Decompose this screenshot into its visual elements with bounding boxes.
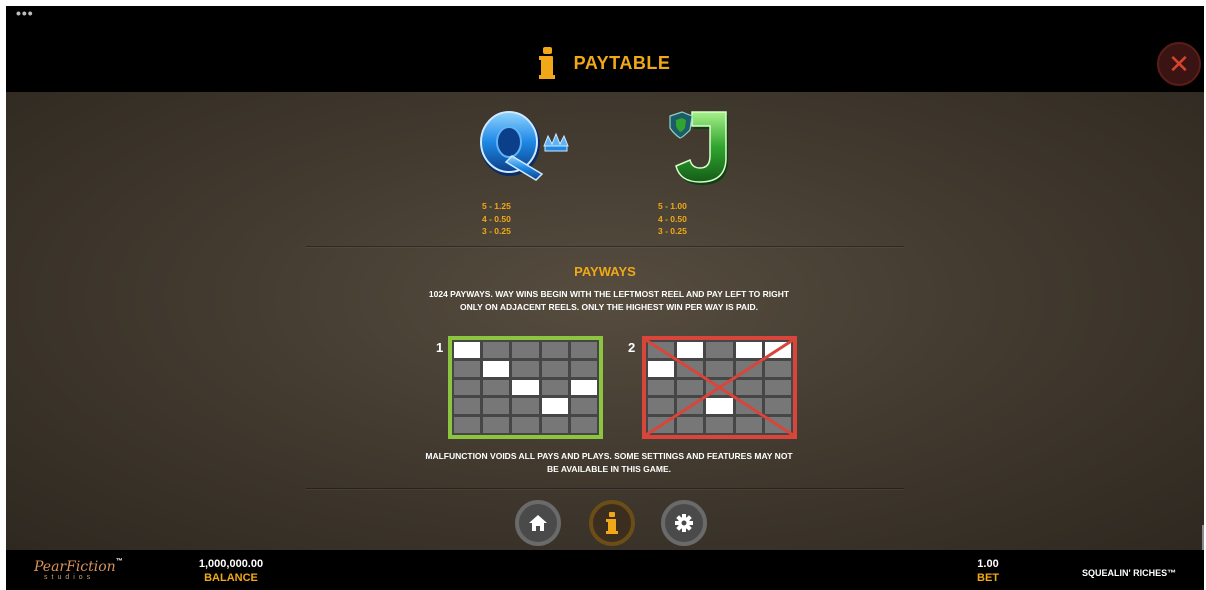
grid-cell xyxy=(454,398,481,415)
queen-letter-icon xyxy=(480,111,569,181)
cross-icon xyxy=(646,340,793,435)
payway-example-2-label: 2 xyxy=(628,340,636,355)
symbol-j-pays: 5 - 1.00 4 - 0.50 3 - 0.25 xyxy=(658,201,687,236)
scrollbar[interactable] xyxy=(1202,525,1204,551)
symbol-j xyxy=(662,102,742,191)
game-name: SQUEALIN' RICHES™ xyxy=(1082,568,1177,578)
grid-cell xyxy=(483,398,510,415)
grid-cell xyxy=(570,417,597,433)
grid-cell xyxy=(541,342,568,358)
gear-icon xyxy=(675,514,693,532)
grid-cell xyxy=(512,360,539,377)
grid-cell xyxy=(570,360,597,377)
grid-cell xyxy=(483,379,510,396)
balance-value: 1,000,000.00 xyxy=(198,558,264,570)
highlighted-cell xyxy=(570,379,597,396)
jack-letter-icon xyxy=(669,111,728,185)
grid-cell xyxy=(454,379,481,396)
grid-cell xyxy=(541,417,568,433)
footer-bar: PearFiction™ studios 1,000,000.00 BALANC… xyxy=(6,550,1204,590)
game-screen: ••• PAYTABLE ✕ 5 - 1.25 4 - 0.50 3 - 0.2… xyxy=(6,6,1204,590)
disclaimer: MALFUNCTION VOIDS ALL PAYS AND PLAYS. SO… xyxy=(425,451,793,474)
payway-example-invalid xyxy=(642,336,797,439)
bet-label: BET xyxy=(977,572,999,584)
grid-cell xyxy=(454,417,481,433)
home-button[interactable] xyxy=(515,500,561,546)
ellipsis-icon[interactable]: ••• xyxy=(16,6,34,20)
payways-description: 1024 PAYWAYS. WAY WINS BEGIN WITH THE LE… xyxy=(428,289,790,312)
symbol-q-pays: 5 - 1.25 4 - 0.50 3 - 0.25 xyxy=(482,201,511,236)
reel-grid xyxy=(452,340,599,435)
grid-cell xyxy=(483,342,510,358)
close-icon: ✕ xyxy=(1168,49,1190,79)
paytable-content: 5 - 1.25 4 - 0.50 3 - 0.25 5 - 1.00 4 - … xyxy=(6,92,1204,551)
grid-cell xyxy=(541,379,568,396)
settings-button[interactable] xyxy=(661,500,707,546)
grid-cell xyxy=(454,360,481,377)
home-icon xyxy=(529,515,547,531)
symbol-q xyxy=(472,104,572,189)
bet-value: 1.00 xyxy=(977,558,999,570)
highlighted-cell xyxy=(483,360,510,377)
info-button[interactable] xyxy=(589,500,635,546)
grid-cell xyxy=(570,342,597,358)
header-bar: ••• PAYTABLE ✕ xyxy=(6,6,1204,92)
grid-cell xyxy=(512,342,539,358)
page-title: PAYTABLE xyxy=(573,52,671,73)
payway-example-valid xyxy=(448,336,603,439)
grid-cell xyxy=(512,417,539,433)
brand-logo: PearFiction™ studios xyxy=(34,558,123,581)
grid-cell xyxy=(570,398,597,415)
header-title: PAYTABLE xyxy=(6,46,1204,80)
grid-cell xyxy=(541,360,568,377)
info-icon xyxy=(606,512,618,534)
balance-label: BALANCE xyxy=(204,572,258,584)
divider xyxy=(306,246,904,247)
payways-title: PAYWAYS xyxy=(574,264,636,279)
highlighted-cell xyxy=(454,342,481,358)
info-icon xyxy=(538,47,555,79)
close-button[interactable]: ✕ xyxy=(1157,42,1201,86)
grid-cell xyxy=(483,417,510,433)
highlighted-cell xyxy=(512,379,539,396)
grid-cell xyxy=(512,398,539,415)
payway-example-1-label: 1 xyxy=(436,340,444,355)
divider xyxy=(306,488,904,489)
highlighted-cell xyxy=(541,398,568,415)
